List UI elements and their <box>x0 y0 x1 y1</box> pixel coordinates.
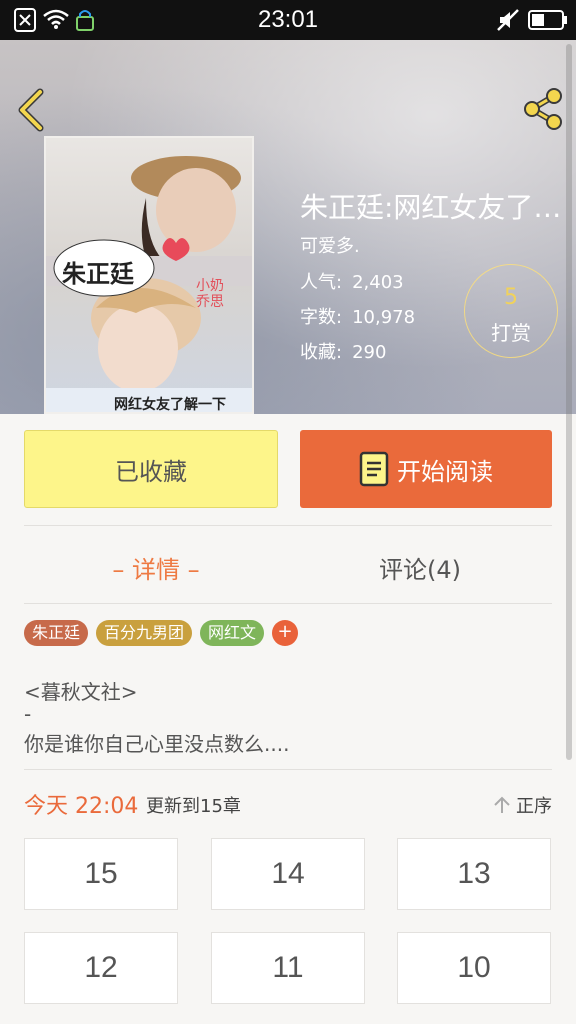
divider <box>24 525 552 526</box>
chapter-button[interactable]: 13 <box>397 838 551 910</box>
tag[interactable]: 朱正廷 <box>24 620 89 646</box>
reward-count: 5 <box>504 285 518 310</box>
scrollbar[interactable] <box>566 44 572 760</box>
description-line: - <box>24 702 32 726</box>
chapter-button[interactable]: 14 <box>211 838 365 910</box>
status-bar: 23:01 <box>0 0 576 40</box>
add-tag-button[interactable]: + <box>272 620 299 646</box>
stat-value: 2,403 <box>352 272 404 293</box>
book-title: 朱正廷:网红女友了… <box>300 191 562 224</box>
tag[interactable]: 网红文 <box>200 620 265 646</box>
update-info: 今天 22:04 更新到15章 正序 <box>24 788 552 820</box>
sort-toggle[interactable]: 正序 <box>492 792 552 818</box>
battery-icon <box>528 10 567 30</box>
divider <box>24 769 552 770</box>
sort-label: 正序 <box>516 796 552 817</box>
start-reading-label: 开始阅读 <box>397 457 493 486</box>
stat-label: 收藏: <box>300 342 343 363</box>
stat-value: 290 <box>352 342 387 363</box>
clock: 23:01 <box>257 6 319 33</box>
share-icon[interactable] <box>520 86 566 132</box>
book-author[interactable]: 可爱多. <box>300 232 360 258</box>
chapter-button[interactable]: 11 <box>211 932 365 1004</box>
book-cover[interactable]: 朱正廷 小奶乔思 网红女友了解一下 <box>44 136 254 414</box>
cover-side-text: 小奶乔思 <box>196 278 224 310</box>
book-icon <box>359 451 389 487</box>
stat-word-count: 字数: 10,978 <box>300 303 415 329</box>
back-arrow-icon[interactable] <box>14 88 48 132</box>
collected-button[interactable]: 已收藏 <box>24 430 278 508</box>
stat-label: 字数: <box>300 307 343 328</box>
update-time: 今天 22:04 <box>24 794 139 819</box>
reward-label: 打赏 <box>491 321 531 345</box>
tag-list: 朱正廷 百分九男团 网红文 + <box>24 620 299 646</box>
stat-popularity: 人气: 2,403 <box>300 268 404 294</box>
stat-value: 10,978 <box>352 307 416 328</box>
cover-name-text: 朱正廷 <box>62 260 134 288</box>
description-line: <暮秋文社> <box>24 680 138 704</box>
description-line: 你是谁你自己心里没点数么.... <box>24 732 290 756</box>
collected-label: 已收藏 <box>115 457 187 486</box>
update-text: 更新到15章 <box>146 796 241 817</box>
sort-arrow-icon <box>494 796 510 813</box>
mute-icon <box>497 9 519 31</box>
chapter-button[interactable]: 12 <box>24 932 178 1004</box>
chapter-button[interactable]: 15 <box>24 838 178 910</box>
stat-label: 人气: <box>300 272 343 293</box>
divider <box>24 603 552 604</box>
reward-button[interactable]: 5 打赏 <box>464 264 558 358</box>
start-reading-button[interactable]: 开始阅读 <box>300 430 552 508</box>
tab-comments[interactable]: 评论(4) <box>288 550 552 585</box>
tag[interactable]: 百分九男团 <box>96 620 193 646</box>
stat-favorites: 收藏: 290 <box>300 338 386 364</box>
cover-bottom-text: 网红女友了解一下 <box>114 397 226 413</box>
chapter-button[interactable]: 10 <box>397 932 551 1004</box>
tab-details[interactable]: – 详情 – <box>24 550 288 585</box>
